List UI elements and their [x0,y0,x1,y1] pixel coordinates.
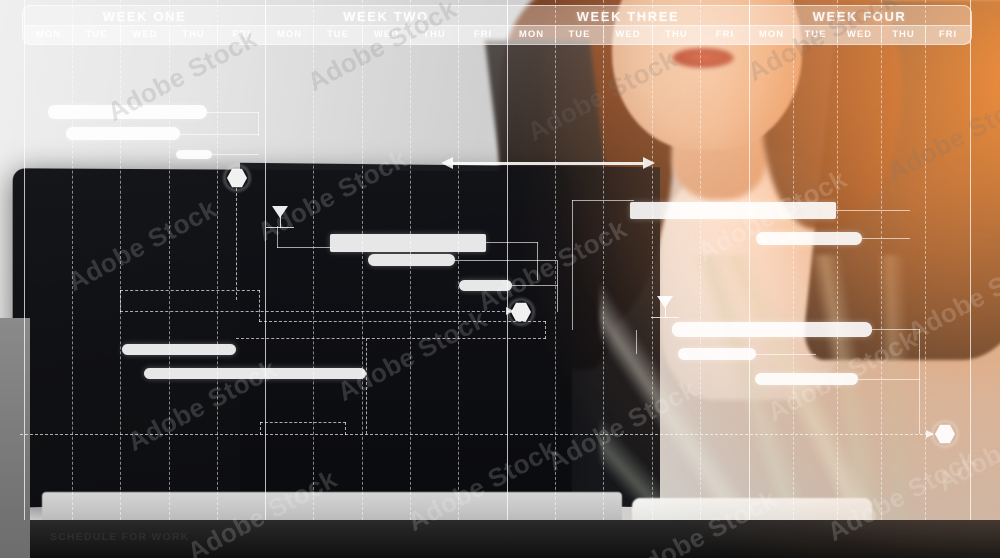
gantt-schedule-screenshot: WEEK ONE WEEK TWO WEEK THREE WEEK FOUR MON T… [0,0,1000,558]
connector-right-v [919,350,920,434]
grid-column-15 [749,0,750,520]
connector-t4-v [537,242,538,280]
task-bar-t3[interactable] [176,150,212,159]
task-bar-t7[interactable] [122,344,236,355]
day-cell-thu-3[interactable]: THU [169,26,217,43]
route-left-v [120,290,121,312]
task-bar-t6[interactable] [459,280,512,291]
week-label-1: WEEK ONE [102,9,187,24]
day-cell-tue-16[interactable]: TUE [793,26,837,43]
task-bar-t1[interactable] [48,105,207,119]
route-main-h [120,311,510,312]
day-cell-thu-8[interactable]: THU [410,26,458,43]
route-mid-v [259,290,260,322]
day-cell-tue-11[interactable]: TUE [555,26,603,43]
marker-base-2 [651,317,679,318]
route-final-stub-v2 [345,422,346,435]
task-bar-t5[interactable] [368,254,455,266]
connector-spine-v [572,200,573,330]
connector-t9-h [836,210,910,211]
day-cell-wed-2[interactable]: WED [120,26,169,43]
route-final-stub-v [260,422,261,435]
connector-k2-v [636,330,637,354]
route-final-stub [260,422,346,423]
day-cell-thu-13[interactable]: THU [652,26,700,43]
day-cell-fri-4[interactable]: FRI [217,26,265,43]
grid-column-17 [837,0,838,520]
connector-t1-v [258,112,259,136]
connector-t4-h [486,242,538,243]
day-cell-wed-12[interactable]: WED [603,26,652,43]
day-cell-tue-6[interactable]: TUE [313,26,362,43]
connector-t1-h [207,112,259,113]
gantt-overlay: WEEK ONE WEEK TWO WEEK THREE WEEK FOUR MON T… [0,0,1000,558]
grid-column-5 [265,0,266,520]
day-cell-mon-5[interactable]: MON [265,26,313,43]
grid-column-3 [169,0,170,520]
connector-k1-v [277,226,278,248]
connector-t3-h [212,154,259,155]
day-cell-wed-7[interactable]: WED [362,26,410,43]
task-bar-t13[interactable] [755,373,858,385]
grid-column-1 [72,0,73,520]
connector-t11-v [919,329,920,351]
week-label-4: WEEK FOUR [812,9,907,24]
week-label-2: WEEK TWO [343,9,429,24]
connector-k1-h [277,247,332,248]
grid-column-14 [700,0,701,520]
grid-column-12 [603,0,604,520]
task-bar-t11[interactable] [672,322,872,337]
connector-t6-h [512,285,558,286]
day-cell-tue-1[interactable]: TUE [72,26,120,43]
connector-t2-h [180,134,259,135]
task-bar-t4[interactable] [330,234,486,252]
schedule-footer-title: SCHEDULE FOR WORK [50,531,190,543]
grid-column-6 [313,0,314,520]
span-double-arrow [441,157,655,169]
task-bar-t12[interactable] [678,348,756,360]
connector-t11-h [872,329,920,330]
connector-t12-h [756,354,816,355]
grid-column-18 [881,0,882,520]
grid-column-16 [793,0,794,520]
day-cell-fri-14[interactable]: FRI [700,26,749,43]
week-label-3: WEEK THREE [576,9,680,24]
connector-t5-h [455,260,557,261]
day-cell-mon-15[interactable]: MON [749,26,793,43]
day-cell-fri-19[interactable]: FRI [925,26,970,43]
day-cell-fri-9[interactable]: FRI [458,26,507,43]
route-t8-v [366,338,367,434]
grid-column-13 [652,0,653,520]
grid-column-2 [120,0,121,520]
day-cell-wed-17[interactable]: WED [837,26,881,43]
task-bar-t9[interactable] [630,202,836,219]
connector-spine-h [572,200,634,201]
grid-column-7 [362,0,363,520]
route-final-h [20,434,938,435]
connector-t10-h [862,238,910,239]
connector-m1-down [236,188,237,300]
day-cell-mon-10[interactable]: MON [507,26,555,43]
task-bar-t8[interactable] [144,368,366,379]
day-cell-thu-18[interactable]: THU [881,26,925,43]
route-lower-v [545,321,546,339]
grid-column-4 [217,0,218,520]
marker-base-1 [266,227,294,228]
route-upper-h [120,290,260,291]
route-bottom-h [236,338,546,339]
grid-column-end [970,0,971,520]
task-bar-t10[interactable] [756,232,862,245]
connector-m2-v [557,260,558,312]
grid-column-0 [24,0,25,520]
day-cell-mon-0[interactable]: MON [24,26,72,43]
connector-t13-h [858,379,920,380]
task-bar-t2[interactable] [66,127,180,140]
